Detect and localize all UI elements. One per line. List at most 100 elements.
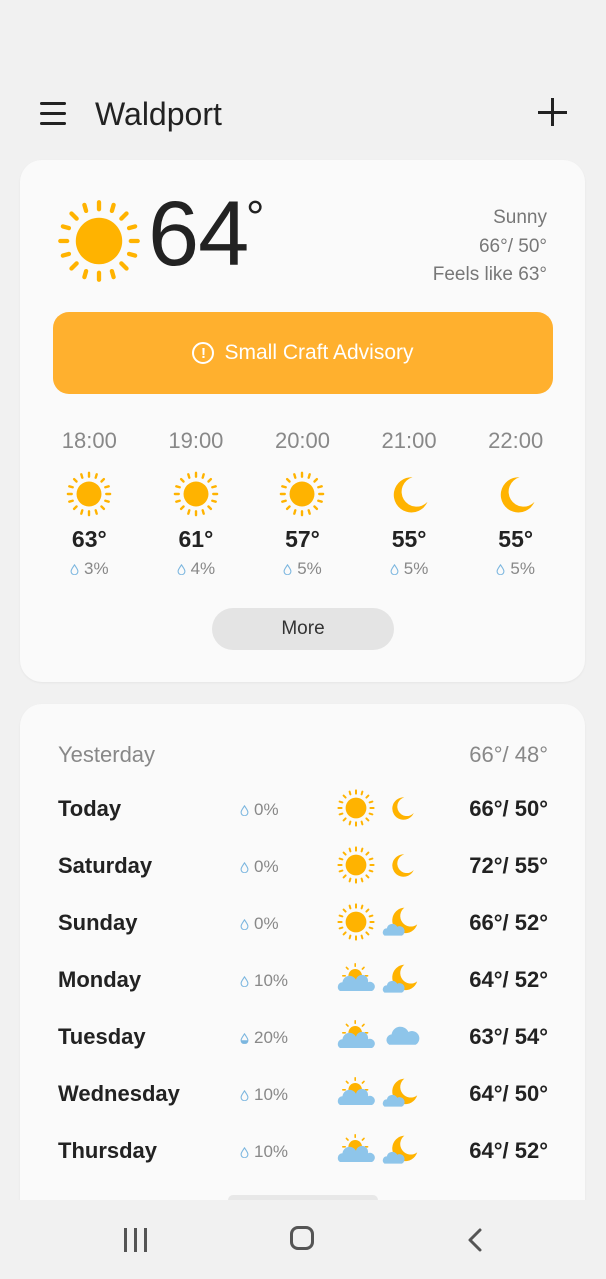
sun-icon — [336, 845, 376, 885]
hour-time: 22:00 — [488, 428, 544, 453]
advisory-label: Small Craft Advisory — [224, 341, 414, 364]
day-rain: 0% — [240, 857, 279, 877]
moon-cloud-icon — [382, 1130, 422, 1170]
hour-time: 21:00 — [381, 428, 437, 453]
app-header: Waldport — [0, 80, 606, 150]
current-weather-card[interactable]: 64 ° Sunny 66°/ 50° Feels like 63° ! Sma… — [20, 160, 585, 682]
cloud-icon — [382, 1016, 422, 1056]
day-rain: 10% — [240, 1142, 288, 1162]
sun-cloud-icon — [336, 1073, 376, 1113]
hour-temp: 61° — [178, 526, 214, 552]
more-button[interactable]: More — [212, 608, 394, 650]
drop-icon — [240, 919, 249, 930]
high-low-text: 66°/ 50° — [478, 235, 547, 257]
daily-row-wednesday[interactable]: Wednesday 10% 64°/ 50° — [58, 1073, 548, 1113]
daily-row-tuesday[interactable]: Tuesday 20% 63°/ 54° — [58, 1016, 548, 1056]
hour-time: 20:00 — [274, 428, 331, 453]
current-temp: 64 — [148, 183, 249, 285]
daily-row-today[interactable]: Today 0% 66°/ 50° — [58, 788, 548, 828]
hour-rain: 5% — [356, 559, 463, 579]
moon-icon — [382, 788, 422, 828]
day-temps: 66°/ 50° — [469, 796, 548, 821]
daily-row-monday[interactable]: Monday 10% 64°/ 52° — [58, 959, 548, 999]
condition-summary: Sunny 66°/ 50° Feels like 63° — [433, 204, 547, 290]
hour-time: 19:00 — [168, 428, 224, 453]
hour-item: 22:00 55° 5% — [462, 428, 569, 579]
day-name: Thursday — [58, 1138, 158, 1163]
drop-icon — [240, 862, 249, 873]
day-rain: 0% — [240, 914, 279, 934]
city-title: Waldport — [95, 96, 222, 132]
menu-icon[interactable] — [36, 98, 72, 130]
hour-rain: 5% — [249, 559, 356, 579]
day-name: Sunday — [58, 910, 138, 935]
drop-icon — [390, 564, 399, 575]
sun-icon — [336, 788, 376, 828]
day-name: Saturday — [58, 853, 153, 878]
day-rain: 10% — [240, 1085, 288, 1105]
advisory-banner[interactable]: ! Small Craft Advisory — [53, 312, 553, 394]
hourly-forecast: 18:00 63° 3% 19:00 61° 4% 20:00 57° 5% 2… — [36, 428, 569, 579]
day-temps: 64°/ 50° — [469, 1081, 548, 1106]
day-rain: 10% — [240, 971, 288, 991]
daily-row-sunday[interactable]: Sunday 0% 66°/ 52° — [58, 902, 548, 942]
moon-cloud-icon — [382, 902, 422, 942]
drop-half-icon — [240, 1033, 249, 1044]
system-nav-bar — [0, 1200, 606, 1279]
hour-rain: 4% — [143, 559, 250, 579]
sun-cloud-icon — [336, 959, 376, 999]
hour-time: 18:00 — [61, 428, 117, 453]
sun-icon — [65, 470, 113, 518]
sun-icon — [58, 200, 140, 282]
hour-item: 20:00 57° 5% — [249, 428, 356, 579]
drop-icon — [240, 1147, 249, 1158]
daily-row-saturday[interactable]: Saturday 0% 72°/ 55° — [58, 845, 548, 885]
sun-cloud-icon — [336, 1130, 376, 1170]
sun-icon — [278, 470, 326, 518]
hour-rain: 5% — [462, 559, 569, 579]
home-icon[interactable] — [290, 1226, 314, 1250]
yesterday-temps: 66°/ 48° — [469, 742, 548, 767]
daily-forecast-card[interactable]: Yesterday 66°/ 48° Today 0% 66°/ 50° Sat… — [20, 704, 585, 1224]
condition-text: Sunny — [493, 207, 547, 228]
moon-icon — [387, 472, 431, 516]
drop-icon — [283, 564, 292, 575]
hour-rain: 3% — [36, 559, 143, 579]
moon-icon — [494, 472, 538, 516]
yesterday-row: Yesterday 66°/ 48° — [58, 742, 548, 768]
hour-item: 18:00 63° 3% — [36, 428, 143, 579]
moon-icon — [382, 845, 422, 885]
sun-icon — [172, 470, 220, 518]
hour-item: 19:00 61° 4% — [143, 428, 250, 579]
day-name: Tuesday — [58, 1024, 146, 1049]
day-name: Wednesday — [58, 1081, 180, 1106]
drop-icon — [177, 564, 186, 575]
day-temps: 64°/ 52° — [469, 967, 548, 992]
moon-cloud-icon — [382, 1073, 422, 1113]
day-temps: 64°/ 52° — [469, 1138, 548, 1163]
day-rain: 0% — [240, 800, 279, 820]
day-temps: 66°/ 52° — [469, 910, 548, 935]
hour-item: 21:00 55° 5% — [356, 428, 463, 579]
recent-apps-icon[interactable] — [120, 1228, 152, 1252]
sun-cloud-icon — [336, 1016, 376, 1056]
alert-circle-icon: ! — [192, 342, 215, 364]
day-temps: 63°/ 54° — [469, 1024, 548, 1049]
hour-temp: 57° — [285, 526, 320, 552]
day-name: Monday — [58, 967, 142, 992]
drop-icon — [496, 564, 505, 575]
yesterday-label: Yesterday — [58, 742, 156, 767]
day-name: Today — [58, 796, 122, 821]
feels-like-text: Feels like 63° — [432, 264, 547, 285]
daily-row-thursday[interactable]: Thursday 10% 64°/ 52° — [58, 1130, 548, 1170]
back-icon[interactable] — [462, 1226, 490, 1254]
hour-temp: 55° — [391, 526, 427, 552]
add-location-icon[interactable] — [534, 94, 570, 130]
drop-icon — [240, 976, 249, 987]
moon-cloud-icon — [382, 959, 422, 999]
drop-icon — [240, 1090, 249, 1101]
drop-icon — [240, 805, 249, 816]
hour-temp: 63° — [71, 526, 107, 552]
degree-symbol: ° — [246, 191, 265, 243]
day-temps: 72°/ 55° — [469, 853, 548, 878]
